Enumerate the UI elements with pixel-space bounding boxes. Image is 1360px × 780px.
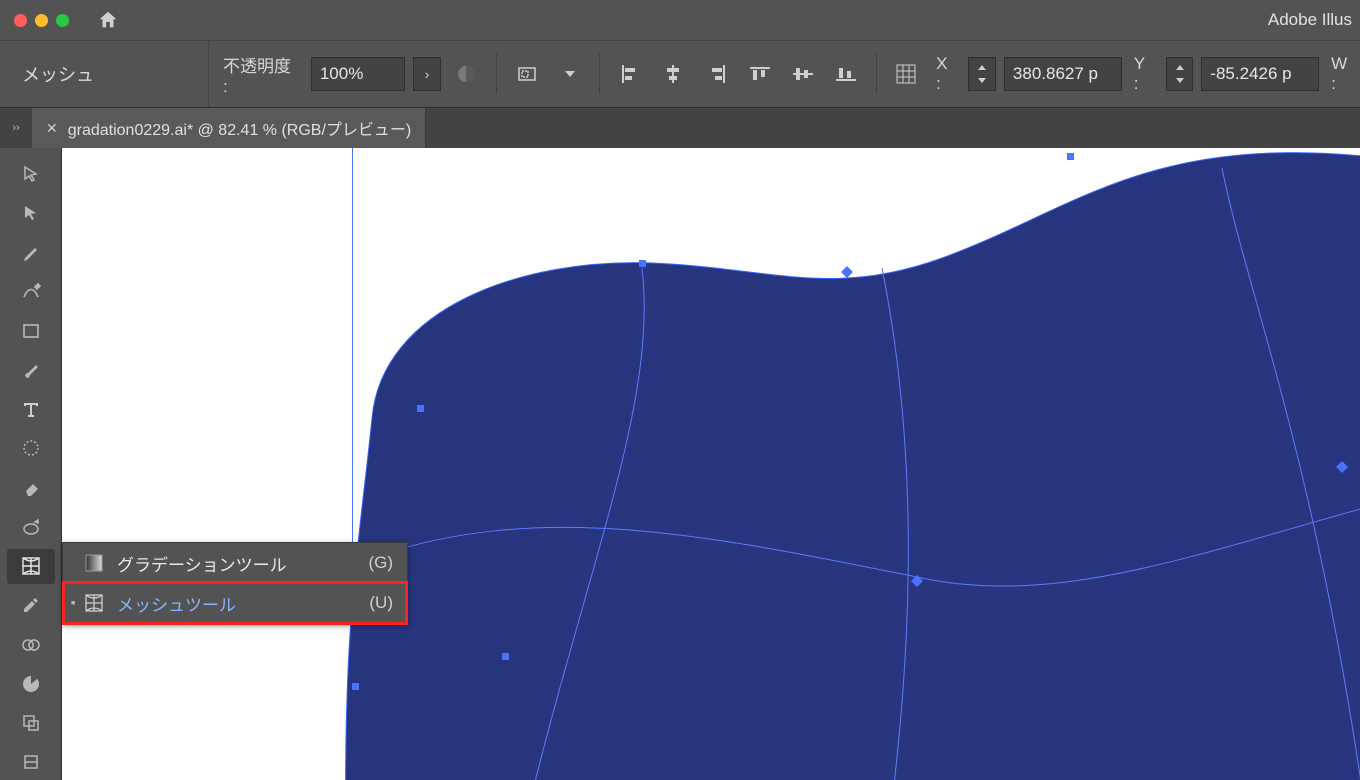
maximize-window-button[interactable]	[56, 14, 69, 27]
y-label: Y :	[1130, 54, 1158, 94]
window-controls	[0, 14, 69, 27]
rotate-tool-icon[interactable]	[7, 431, 55, 466]
align-artboard-icon[interactable]	[509, 56, 544, 92]
eraser-tool-icon[interactable]	[7, 470, 55, 505]
close-tab-icon[interactable]: ✕	[46, 120, 58, 137]
opacity-label: 不透明度 :	[219, 52, 303, 97]
window-titlebar: Adobe Illus	[0, 0, 1360, 40]
separator	[599, 54, 600, 94]
align-left-icon[interactable]	[612, 56, 647, 92]
blend-tool-icon[interactable]	[7, 627, 55, 662]
close-window-button[interactable]	[14, 14, 27, 27]
y-input[interactable]: -85.2426 p	[1201, 57, 1319, 91]
flyout-item-shortcut: (G)	[368, 553, 393, 573]
flyout-item-shortcut: (U)	[369, 593, 393, 613]
type-tool-icon[interactable]	[7, 392, 55, 427]
app-title: Adobe Illus	[1268, 0, 1352, 40]
align-dropdown-icon[interactable]	[552, 56, 587, 92]
transform-icon[interactable]	[889, 56, 924, 92]
artboard-tool-icon[interactable]	[7, 706, 55, 741]
graph-tool-icon[interactable]	[7, 666, 55, 701]
home-icon[interactable]	[97, 9, 119, 31]
canvas[interactable]	[62, 148, 1360, 780]
align-vcenter-icon[interactable]	[785, 56, 820, 92]
rectangle-tool-icon[interactable]	[7, 313, 55, 348]
tool-flyout: グラデーションツール (G) メッシュツール (U)	[62, 542, 408, 624]
curvature-tool-icon[interactable]	[7, 274, 55, 309]
free-transform-tool-icon[interactable]	[7, 509, 55, 544]
w-label: W :	[1327, 54, 1360, 94]
opacity-dropdown-button[interactable]: ›	[413, 57, 440, 91]
x-label: X :	[932, 54, 960, 94]
tools-panel	[0, 148, 62, 780]
align-right-icon[interactable]	[699, 56, 734, 92]
document-tab[interactable]: ✕ gradation0229.ai* @ 82.41 % (RGB/プレビュー…	[32, 108, 426, 148]
document-tab-bar: ›› ✕ gradation0229.ai* @ 82.41 % (RGB/プレ…	[0, 108, 1360, 148]
align-hcenter-icon[interactable]	[656, 56, 691, 92]
direct-selection-tool-icon[interactable]	[7, 195, 55, 230]
selection-tool-icon[interactable]	[7, 156, 55, 191]
separator	[876, 54, 877, 94]
x-input[interactable]: 380.8627 p	[1004, 57, 1122, 91]
style-icon[interactable]	[449, 56, 484, 92]
y-stepper[interactable]	[1166, 57, 1193, 91]
align-top-icon[interactable]	[742, 56, 777, 92]
panel-expand-button[interactable]: ››	[0, 108, 32, 148]
opacity-input[interactable]: 100%	[311, 57, 405, 91]
gradient-tool-icon	[81, 550, 107, 576]
mesh-tool-icon[interactable]	[7, 549, 55, 584]
flyout-item-label: グラデーションツール	[117, 551, 287, 576]
flyout-item-label: メッシュツール	[117, 591, 236, 616]
flyout-item-mesh[interactable]: メッシュツール (U)	[63, 583, 407, 623]
separator	[496, 54, 497, 94]
mesh-object[interactable]	[292, 148, 1360, 780]
paintbrush-tool-icon[interactable]	[7, 352, 55, 387]
document-tab-title: gradation0229.ai* @ 82.41 % (RGB/プレビュー)	[68, 116, 412, 140]
x-stepper[interactable]	[968, 57, 995, 91]
pen-tool-icon[interactable]	[7, 235, 55, 270]
slice-tool-icon[interactable]	[7, 745, 55, 780]
flyout-item-gradient[interactable]: グラデーションツール (G)	[63, 543, 407, 583]
minimize-window-button[interactable]	[35, 14, 48, 27]
selected-tool-label: メッシュ	[0, 41, 209, 107]
control-bar: メッシュ 不透明度 : 100% › X : 380.8627 p Y : -8…	[0, 40, 1360, 108]
eyedropper-tool-icon[interactable]	[7, 588, 55, 623]
mesh-tool-icon	[81, 590, 107, 616]
align-bottom-icon[interactable]	[829, 56, 864, 92]
